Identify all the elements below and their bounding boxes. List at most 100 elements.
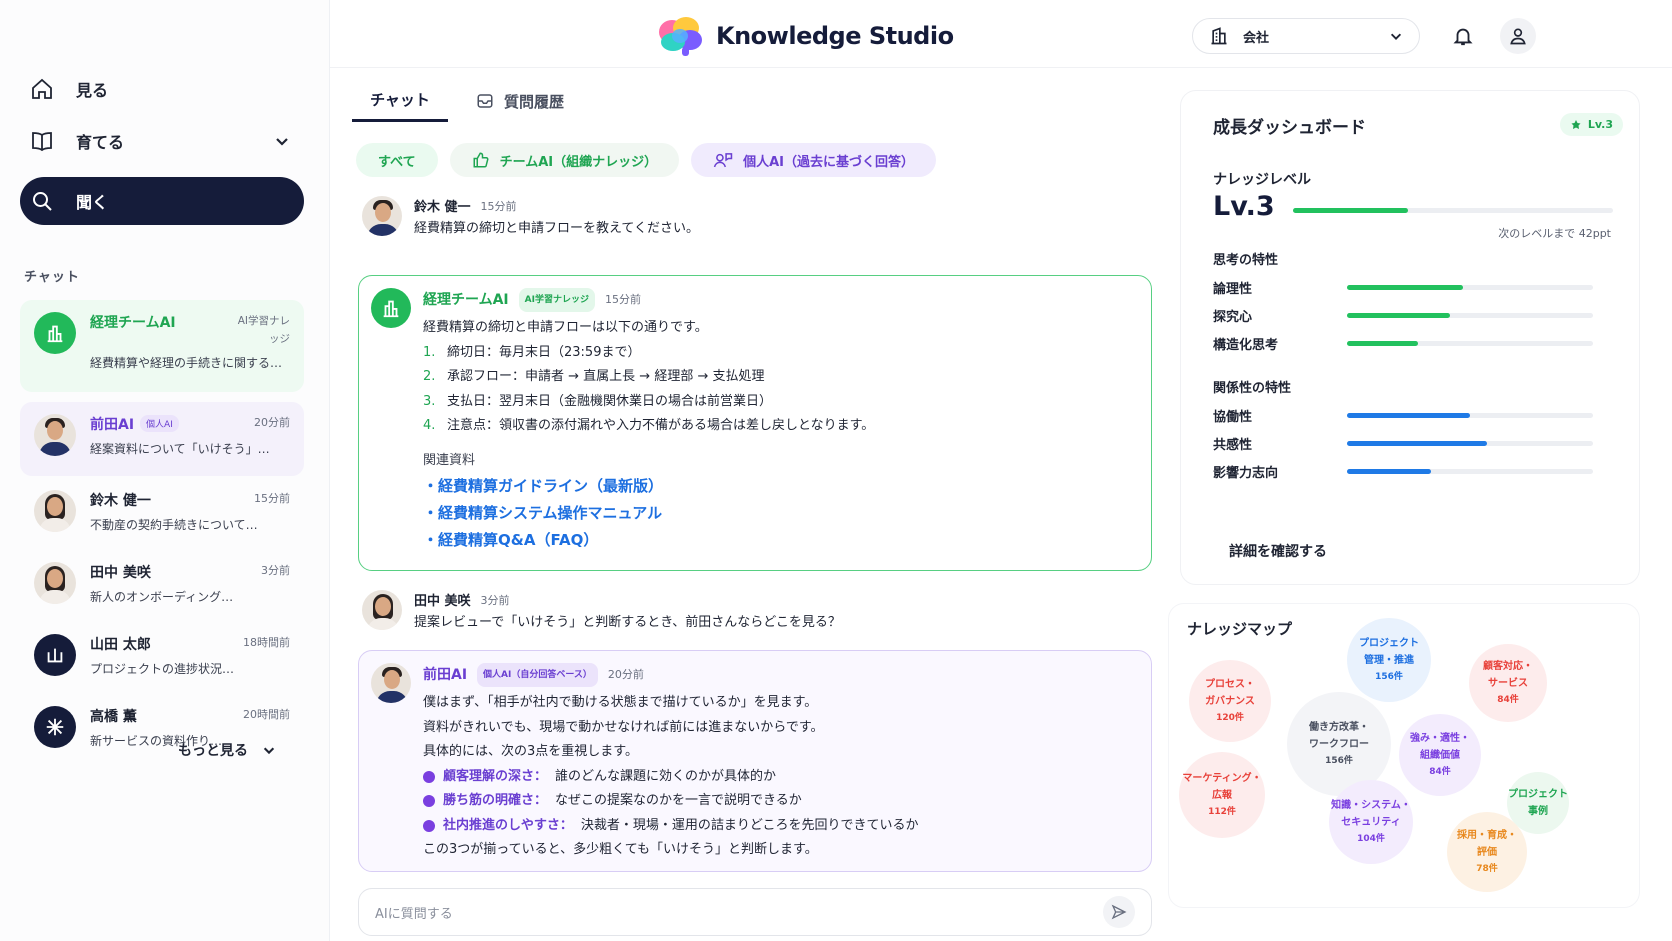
filter-all[interactable]: すべて	[356, 143, 438, 177]
bubble-count: 84件	[1429, 766, 1451, 777]
tab-history[interactable]: 質問履歴	[460, 80, 580, 122]
bubble-label: 働き方改革・	[1309, 721, 1369, 733]
notifications-button[interactable]	[1445, 18, 1481, 54]
growth-dashboard: 成長ダッシュボード Lv.3 ナレッジレベル Lv.3 次のレベルまで 42pp…	[1180, 90, 1640, 585]
avatar	[371, 288, 411, 328]
input-placeholder: AIに質問する	[375, 906, 453, 922]
trait-label: 協働性	[1213, 409, 1253, 425]
knowledge-bubble[interactable]: 知識・システム・ セキュリティ 104件	[1329, 780, 1413, 864]
bubble-label: プロセス・	[1205, 678, 1255, 690]
step-number: 1.	[423, 344, 436, 360]
related-link[interactable]: ・経費精算ガイドライン（最新版）	[423, 473, 1139, 500]
bubble-label: ワークフロー	[1309, 738, 1369, 750]
related-link[interactable]: ・経費精算Q&A（FAQ）	[423, 527, 1139, 554]
chat-item-suzuki[interactable]: 鈴木 健一 15分前 不動産の契約手続きについて…	[20, 478, 304, 548]
filter-label: すべて	[378, 154, 416, 170]
building-icon	[47, 325, 63, 343]
chat-time: 3分前	[261, 564, 290, 577]
org-label: 会社	[1243, 30, 1270, 46]
org-select[interactable]: 会社	[1192, 18, 1420, 54]
bubble-count: 112件	[1208, 806, 1236, 817]
bubble-label: セキュリティ	[1341, 816, 1401, 828]
tab-chat[interactable]: チャット	[352, 80, 448, 122]
header: Knowledge Studio 会社	[330, 0, 1672, 68]
filter-team-ai[interactable]: チームAI（組織ナレッジ）	[449, 143, 680, 177]
message-author: 前田AI	[423, 667, 468, 683]
avatar	[34, 414, 76, 456]
send-button[interactable]	[1103, 896, 1135, 928]
level-icon	[1571, 119, 1581, 129]
home-icon	[32, 78, 52, 99]
avatar	[34, 562, 76, 604]
chat-item-accounting-ai[interactable]: 経理チームAI AI学習ナレッジ 経費精算や経理の手続きに関する…	[20, 300, 304, 392]
step-text: 承認フロー：申請者 → 直属上長 → 経理部 → 支払処理	[447, 369, 765, 384]
question-input[interactable]: AIに質問する	[358, 888, 1152, 936]
chat-preview: 経案資料について「いけそう」…	[90, 442, 270, 456]
point-key: 勝ち筋の明確さ：	[443, 793, 548, 808]
bubble-label: サービス	[1488, 677, 1528, 689]
answer-line: 僕はまず、「相手が社内で動ける状態まで描けているか」を見ます。	[423, 695, 818, 710]
trait-label: 影響力志向	[1213, 465, 1279, 481]
knowledge-bubble[interactable]: マーケティング・ 広報 112件	[1179, 752, 1265, 838]
message-badge: 個人AI（自分回答ベース）	[477, 663, 598, 687]
message-user: 田中 美咲 3分前 提案レビューで「いけそう」と判断するとき、前田さんならどこを見…	[362, 590, 841, 633]
trait-bar-fill	[1347, 284, 1463, 290]
bubble-count: 78件	[1476, 863, 1498, 874]
knowledge-bubble[interactable]: 強み・適性・ 組織価値 84件	[1399, 714, 1481, 796]
chat-time: 20時間前	[243, 708, 290, 721]
knowledge-bubble[interactable]: 顧客対応・ サービス 84件	[1469, 644, 1547, 722]
knowledge-bubble[interactable]: プロセス・ ガバナンス 120件	[1189, 660, 1271, 742]
chat-item-yamada[interactable]: 山田 太郎 18時間前 プロジェクトの進捗状況…	[20, 622, 304, 692]
tab-label: チャット	[370, 91, 430, 109]
bubble-label: 事例	[1528, 806, 1548, 817]
inbox-icon	[477, 94, 493, 108]
bubble-label: 広報	[1212, 789, 1232, 801]
point-key: 顧客理解の深さ：	[443, 768, 548, 784]
chat-preview: プロジェクトの進捗状況…	[90, 662, 235, 676]
message-text: 提案レビューで「いけそう」と判断するとき、前田さんならどこを見る？	[414, 615, 841, 630]
avatar	[34, 490, 76, 532]
chat-name: 高橋 薫	[90, 709, 137, 725]
bubble-label: マーケティング・	[1182, 772, 1262, 784]
bullet-dot-icon	[423, 795, 435, 808]
search-icon	[33, 192, 52, 211]
bubble-count: 120件	[1216, 712, 1244, 723]
chevron-down-icon	[1390, 33, 1402, 40]
user-menu-button[interactable]	[1500, 18, 1536, 54]
step-number: 4.	[423, 418, 436, 433]
message-text: 経費精算の締切と申請フローを教えてください。	[414, 221, 699, 236]
trait-bar-track	[1347, 312, 1593, 318]
trait-label: 共感性	[1213, 437, 1253, 453]
point-text: なぜこの提案なのかを一言で説明できるか	[555, 793, 802, 808]
answer-step: 3. 支払日：翌月末日（金融機関休業日の場合は前営業日）	[423, 390, 1139, 415]
related-label: 関連資料	[423, 452, 476, 468]
filter-label: 個人AI（過去に基づく回答）	[743, 154, 914, 170]
detail-link[interactable]: 詳細を確認する	[1229, 541, 1327, 561]
related-link[interactable]: ・経費精算システム操作マニュアル	[423, 500, 1139, 527]
nav-item-grow[interactable]: 育てる	[20, 118, 304, 164]
knowledge-bubble[interactable]: 採用・育成・ 評価 78件	[1447, 812, 1527, 892]
trait-label: 論理性	[1213, 281, 1253, 297]
mountain-icon	[47, 648, 63, 663]
filter-personal-ai[interactable]: 個人AI（過去に基づく回答）	[691, 143, 936, 177]
chat-item-tanaka[interactable]: 田中 美咲 3分前 新人のオンボーディング…	[20, 550, 304, 620]
message-author: 鈴木 健一	[414, 200, 471, 215]
nav-label: 育てる	[76, 133, 125, 152]
knowledge-bubble[interactable]: プロジェクト 管理・推進 156件	[1347, 618, 1431, 702]
trait-bar-fill	[1347, 412, 1470, 418]
book-icon	[32, 132, 52, 152]
pattern-icon	[46, 718, 64, 736]
ai-answer-card-personal: 前田AI 個人AI（自分回答ベース） 20分前 僕はまず、「相手が社内で動ける状…	[358, 650, 1152, 872]
chevron-down-icon[interactable]	[274, 133, 290, 149]
nav-item-ask[interactable]: 聞く	[20, 177, 304, 225]
nav-item-view[interactable]: 見る	[20, 66, 304, 112]
nav-label: 聞く	[76, 193, 109, 212]
chat-item-maeda-ai[interactable]: 前田AI 個人AI 20分前 経案資料について「いけそう」…	[20, 402, 304, 476]
trait-bar-fill	[1347, 312, 1451, 318]
building-icon	[383, 300, 399, 318]
trait-row: 論理性	[1213, 276, 1593, 298]
chat-name: 鈴木 健一	[90, 493, 151, 509]
chevron-down-icon	[263, 747, 275, 755]
more-chats-link[interactable]: もっと見る	[178, 740, 276, 760]
step-number: 3.	[423, 393, 436, 409]
